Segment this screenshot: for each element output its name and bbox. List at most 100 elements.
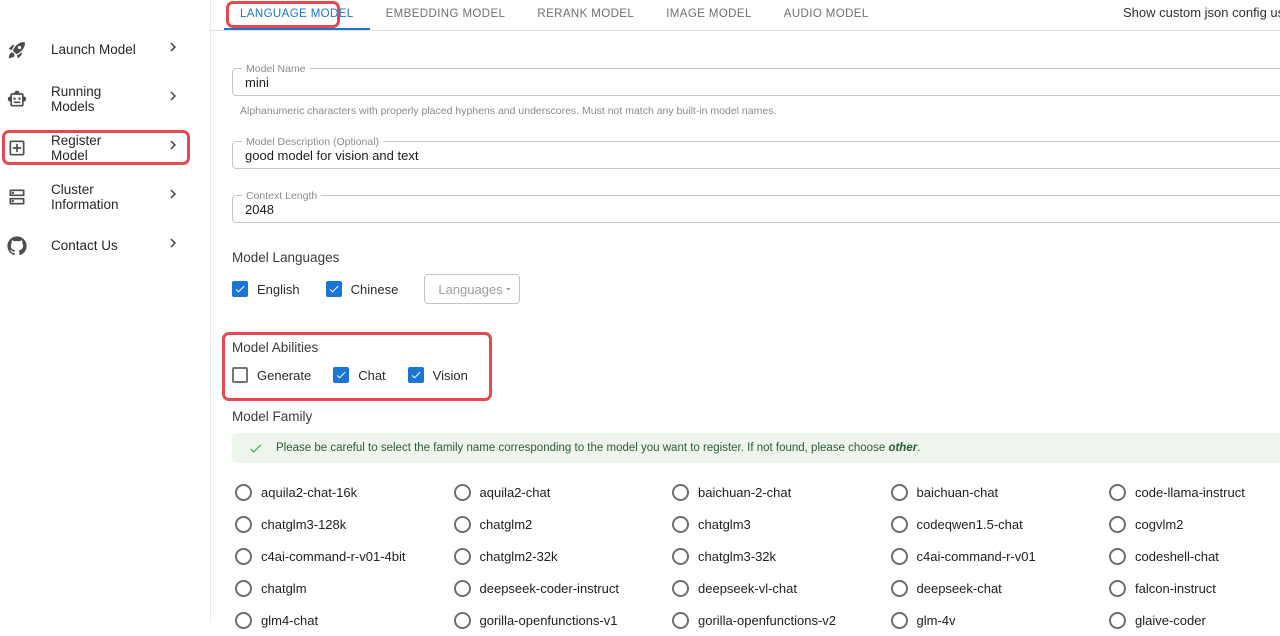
tab-embedding-model[interactable]: EMBEDDING MODEL — [370, 0, 522, 30]
sidebar-item-label: Cluster Information — [51, 182, 140, 212]
checkbox-icon[interactable] — [408, 367, 424, 383]
radio-icon[interactable] — [1109, 580, 1126, 597]
checkbox-vision[interactable]: Vision — [408, 367, 468, 383]
radio-icon[interactable] — [235, 484, 252, 501]
checkbox-chat[interactable]: Chat — [333, 367, 385, 383]
sidebar-item-launch-model[interactable]: Launch Model — [0, 25, 210, 74]
checkbox-english[interactable]: English — [232, 281, 300, 297]
radio-icon[interactable] — [454, 580, 471, 597]
register-form: Model Name Alphanumeric characters with … — [232, 31, 1280, 636]
radio-icon[interactable] — [891, 484, 908, 501]
model-family-option[interactable]: gorilla-openfunctions-v1 — [454, 604, 673, 636]
checkbox-icon[interactable] — [333, 367, 349, 383]
radio-icon[interactable] — [672, 516, 689, 533]
tab-image-model[interactable]: IMAGE MODEL — [650, 0, 768, 30]
model-description-label: Model Description (Optional) — [242, 136, 383, 148]
model-family-option[interactable]: chatglm3-128k — [235, 508, 454, 540]
checkbox-chinese[interactable]: Chinese — [326, 281, 399, 297]
radio-icon[interactable] — [454, 612, 471, 629]
model-family-option[interactable]: deepseek-vl-chat — [672, 572, 891, 604]
model-family-option[interactable]: chatglm — [235, 572, 454, 604]
languages-select[interactable]: Languages — [424, 274, 520, 304]
tab-audio-model[interactable]: AUDIO MODEL — [768, 0, 885, 30]
radio-icon[interactable] — [1109, 548, 1126, 565]
radio-icon[interactable] — [891, 612, 908, 629]
chevron-right-icon — [164, 87, 182, 110]
radio-icon[interactable] — [454, 548, 471, 565]
model-description-input[interactable] — [233, 142, 1280, 168]
sidebar-item-label: Contact Us — [51, 238, 140, 253]
model-type-tabs: LANGUAGE MODEL EMBEDDING MODEL RERANK MO… — [211, 0, 1280, 31]
checkbox-icon[interactable] — [326, 281, 342, 297]
radio-icon[interactable] — [891, 548, 908, 565]
model-family-title: Model Family — [232, 409, 1280, 424]
model-family-option[interactable]: baichuan-2-chat — [672, 476, 891, 508]
model-family-option[interactable]: chatglm3-32k — [672, 540, 891, 572]
checkbox-icon[interactable] — [232, 367, 248, 383]
model-family-option[interactable]: deepseek-coder-instruct — [454, 572, 673, 604]
github-icon — [7, 236, 27, 256]
model-family-option[interactable]: codeshell-chat — [1109, 540, 1280, 572]
model-languages-row: English Chinese Languages — [232, 274, 1280, 304]
radio-icon[interactable] — [454, 484, 471, 501]
model-family-option[interactable]: glm4-chat — [235, 604, 454, 636]
model-family-option[interactable]: c4ai-command-r-v01-4bit — [235, 540, 454, 572]
radio-icon[interactable] — [1109, 484, 1126, 501]
model-name-field: Model Name — [232, 68, 1280, 96]
tab-language-model[interactable]: LANGUAGE MODEL — [224, 0, 370, 30]
model-family-alert-text: Please be careful to select the family n… — [276, 442, 920, 454]
chevron-right-icon — [164, 136, 182, 159]
model-family-option[interactable]: baichuan-chat — [891, 476, 1110, 508]
model-name-input[interactable] — [233, 69, 1280, 95]
radio-icon[interactable] — [672, 484, 689, 501]
add-box-icon — [7, 138, 27, 158]
radio-icon[interactable] — [891, 516, 908, 533]
robot-icon — [7, 89, 27, 109]
model-family-option[interactable]: codeqwen1.5-chat — [891, 508, 1110, 540]
rocket-icon — [7, 40, 27, 60]
radio-icon[interactable] — [672, 612, 689, 629]
checkbox-generate[interactable]: Generate — [232, 367, 311, 383]
sidebar-item-running-models[interactable]: Running Models — [0, 74, 210, 123]
show-custom-json-config-link[interactable]: Show custom json config used b — [1123, 5, 1280, 20]
model-family-option[interactable]: gorilla-openfunctions-v2 — [672, 604, 891, 636]
radio-icon[interactable] — [235, 548, 252, 565]
radio-icon[interactable] — [672, 548, 689, 565]
main-panel: LANGUAGE MODEL EMBEDDING MODEL RERANK MO… — [211, 0, 1280, 622]
model-family-option[interactable]: aquila2-chat — [454, 476, 673, 508]
context-length-field: Context Length — [232, 195, 1280, 223]
model-family-option[interactable]: aquila2-chat-16k — [235, 476, 454, 508]
model-family-option[interactable]: cogvlm2 — [1109, 508, 1280, 540]
model-abilities-row: Generate Chat Vision — [232, 367, 492, 383]
model-family-option[interactable]: chatglm3 — [672, 508, 891, 540]
radio-icon[interactable] — [235, 612, 252, 629]
model-abilities-title: Model Abilities — [232, 340, 492, 355]
model-family-option[interactable]: falcon-instruct — [1109, 572, 1280, 604]
radio-icon[interactable] — [454, 516, 471, 533]
chevron-right-icon — [164, 234, 182, 257]
check-icon — [248, 441, 263, 456]
dropdown-arrow-icon — [503, 279, 514, 299]
radio-icon[interactable] — [1109, 516, 1126, 533]
model-family-option[interactable]: deepseek-chat — [891, 572, 1110, 604]
model-family-option[interactable]: chatglm2 — [454, 508, 673, 540]
model-abilities-section: Model Abilities Generate Chat — [232, 340, 492, 383]
radio-icon[interactable] — [672, 580, 689, 597]
radio-icon[interactable] — [1109, 612, 1126, 629]
sidebar-item-label: Register Model — [51, 133, 140, 163]
sidebar-item-register-model[interactable]: Register Model — [0, 123, 210, 172]
sidebar-item-contact-us[interactable]: Contact Us — [0, 221, 210, 270]
sidebar-item-cluster-information[interactable]: Cluster Information — [0, 172, 210, 221]
model-family-option[interactable]: c4ai-command-r-v01 — [891, 540, 1110, 572]
model-family-option[interactable]: glm-4v — [891, 604, 1110, 636]
model-languages-title: Model Languages — [232, 250, 1280, 265]
radio-icon[interactable] — [235, 516, 252, 533]
model-family-option[interactable]: chatglm2-32k — [454, 540, 673, 572]
context-length-input[interactable] — [233, 196, 1280, 222]
radio-icon[interactable] — [235, 580, 252, 597]
model-family-option[interactable]: code-llama-instruct — [1109, 476, 1280, 508]
checkbox-icon[interactable] — [232, 281, 248, 297]
radio-icon[interactable] — [891, 580, 908, 597]
tab-rerank-model[interactable]: RERANK MODEL — [521, 0, 650, 30]
model-family-option[interactable]: glaive-coder — [1109, 604, 1280, 636]
